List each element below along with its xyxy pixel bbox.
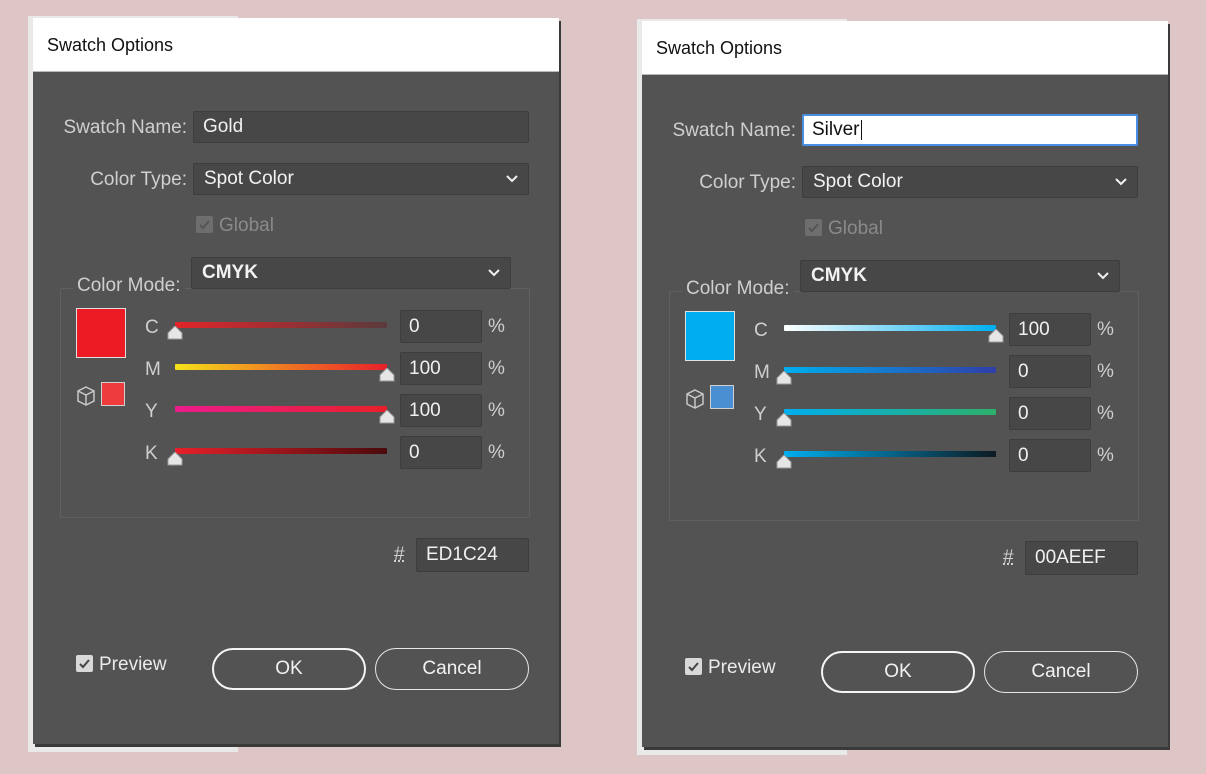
channel-value-input[interactable]: 0 [400,310,482,343]
channel-label: C [754,320,768,341]
channel-value-input[interactable]: 100 [1009,313,1091,346]
channel-label: K [754,446,767,467]
dialog-title: Swatch Options [47,35,174,55]
percent-unit-label: % [488,316,505,337]
color-mode-value: CMYK [811,265,867,286]
color-swatch [685,311,735,361]
title-bar: Swatch Options [642,21,1168,75]
chevron-down-icon [1097,272,1109,280]
channel-slider-track[interactable] [784,325,996,331]
hex-hash-label: # [394,544,405,565]
channel-slider-track[interactable] [784,409,996,415]
channel-label: Y [754,404,767,425]
global-checkbox[interactable]: Global [805,218,883,240]
percent-unit-label: % [488,442,505,463]
channel-slider-track[interactable] [175,448,387,454]
swatch-name-input[interactable]: Gold [193,111,529,143]
channel-label: C [145,317,159,338]
channel-value-input[interactable]: 100 [400,394,482,427]
cancel-button[interactable]: Cancel [375,648,529,690]
gamut-swatch[interactable] [710,385,734,409]
channel-value-input[interactable]: 0 [1009,355,1091,388]
color-type-label: Color Type: [699,172,796,193]
out-of-gamut-cube-icon[interactable] [686,389,704,409]
color-type-dropdown[interactable]: Spot Color [802,166,1138,198]
percent-unit-label: % [1097,403,1114,424]
channel-slider-track[interactable] [175,364,387,370]
color-type-label: Color Type: [90,169,187,190]
chevron-down-icon [488,269,500,277]
checkbox-checked-icon [196,216,213,233]
preview-checkbox[interactable]: Preview [76,654,167,676]
color-type-value: Spot Color [204,168,294,189]
gamut-swatch[interactable] [101,382,125,406]
channel-label: M [145,359,161,380]
percent-unit-label: % [488,400,505,421]
checkbox-checked-icon [805,219,822,236]
channel-value-input[interactable]: 0 [400,436,482,469]
channel-label: K [145,443,158,464]
percent-unit-label: % [1097,445,1114,466]
channel-slider-track[interactable] [175,322,387,328]
title-bar: Swatch Options [33,18,559,72]
swatch-options-dialog: Swatch Options Swatch Name: Gold Color T… [33,18,559,744]
swatch-options-dialog: Swatch Options Swatch Name: Silver Color… [642,21,1168,747]
channel-value-input[interactable]: 0 [1009,439,1091,472]
swatch-name-input[interactable]: Silver [802,114,1138,146]
dialog-title: Swatch Options [656,38,783,58]
chevron-down-icon [506,175,518,183]
color-mode-dropdown[interactable]: CMYK [191,257,511,289]
color-type-dropdown[interactable]: Spot Color [193,163,529,195]
color-swatch [76,308,126,358]
color-mode-dropdown[interactable]: CMYK [800,260,1120,292]
checkbox-checked-icon [76,655,93,672]
out-of-gamut-cube-icon[interactable] [77,386,95,406]
chevron-down-icon [1115,178,1127,186]
channel-value-input[interactable]: 0 [1009,397,1091,430]
percent-unit-label: % [488,358,505,379]
channel-label: Y [145,401,158,422]
color-mode-label: Color Mode: [73,275,185,297]
color-mode-label: Color Mode: [682,278,794,300]
swatch-name-label: Swatch Name: [63,117,187,138]
ok-button[interactable]: OK [821,651,975,693]
checkbox-checked-icon [685,658,702,675]
ok-button[interactable]: OK [212,648,366,690]
color-type-value: Spot Color [813,171,903,192]
preview-label: Preview [99,654,167,675]
hex-input[interactable]: ED1C24 [416,538,529,572]
preview-checkbox[interactable]: Preview [685,657,776,679]
percent-unit-label: % [1097,319,1114,340]
global-label: Global [828,218,883,239]
color-mode-value: CMYK [202,262,258,283]
swatch-name-label: Swatch Name: [672,120,796,141]
global-label: Global [219,215,274,236]
channel-slider-track[interactable] [784,367,996,373]
preview-label: Preview [708,657,776,678]
percent-unit-label: % [1097,361,1114,382]
global-checkbox[interactable]: Global [196,215,274,237]
swatch-name-value: Silver [812,119,860,140]
cancel-button[interactable]: Cancel [984,651,1138,693]
channel-label: M [754,362,770,383]
hex-input[interactable]: 00AEEF [1025,541,1138,575]
channel-value-input[interactable]: 100 [400,352,482,385]
hex-hash-label: # [1003,547,1014,568]
channel-slider-track[interactable] [784,451,996,457]
channel-slider-track[interactable] [175,406,387,412]
text-cursor [860,119,862,140]
